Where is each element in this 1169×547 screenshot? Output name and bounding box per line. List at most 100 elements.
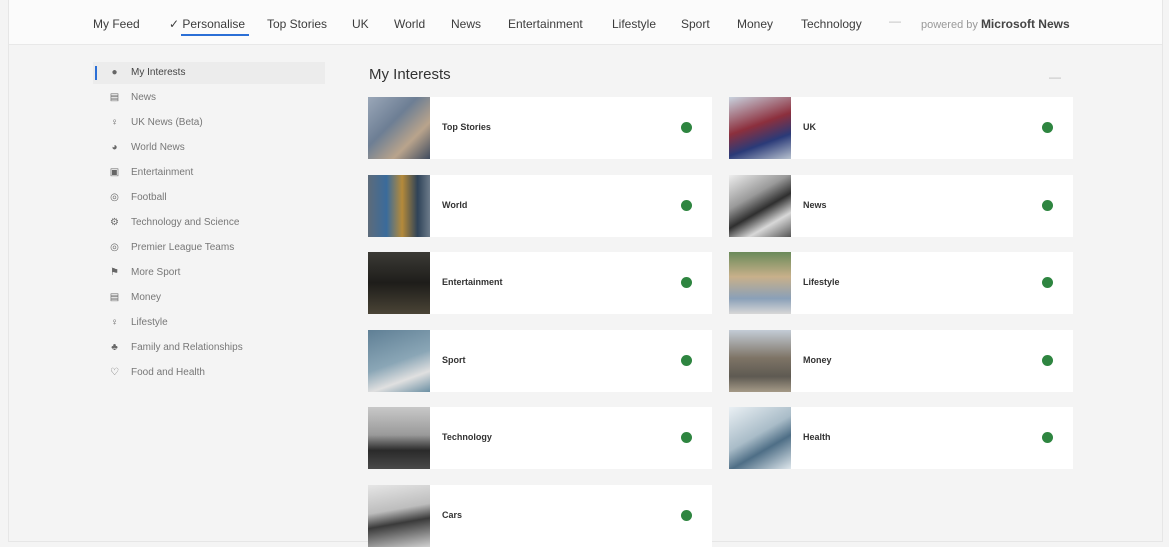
football-icon: ◎ <box>110 192 119 203</box>
nav-news[interactable]: News <box>451 17 481 31</box>
interest-label: UK <box>803 122 816 132</box>
sidebar-item-label: News <box>131 92 157 103</box>
interest-card[interactable]: World <box>368 175 712 237</box>
sidebar-item-label: Lifestyle <box>131 317 168 328</box>
money-icon: ▤ <box>109 292 120 303</box>
interest-thumbnail <box>729 97 791 159</box>
following-toggle[interactable] <box>1042 277 1053 288</box>
globe-icon: ◕ <box>111 142 118 153</box>
interest-card[interactable]: News <box>729 175 1073 237</box>
interest-card[interactable]: Top Stories <box>368 97 712 159</box>
sidebar-item[interactable]: ⚑ More Sport <box>93 262 337 284</box>
sidebar-item-label: Money <box>131 292 162 303</box>
sidebar-item[interactable]: ▤ Money <box>93 287 337 309</box>
following-toggle[interactable] <box>681 200 692 211</box>
interest-card[interactable]: Cars <box>368 485 712 547</box>
interest-card[interactable]: Entertainment <box>368 252 712 314</box>
interest-label: Money <box>803 355 832 365</box>
powered-by-prefix: powered by <box>921 19 978 31</box>
tv-icon: ▣ <box>109 167 120 178</box>
interest-thumbnail <box>729 252 791 314</box>
interest-label: News <box>803 200 827 210</box>
interest-thumbnail <box>729 330 791 392</box>
ball-icon: ◎ <box>110 242 119 253</box>
nav-lifestyle[interactable]: Lifestyle <box>612 17 656 31</box>
nav-my-feed[interactable]: My Feed <box>93 17 140 31</box>
nav-uk[interactable]: UK <box>352 17 369 31</box>
sidebar: ● My Interests ▤ News ♀ UK News (Beta) ◕ World … <box>93 62 337 396</box>
interest-thumbnail <box>729 407 791 469</box>
nav-sport[interactable]: Sport <box>681 17 710 31</box>
page-title: My Interests <box>369 66 451 83</box>
sidebar-item[interactable]: ♡ Food and Health <box>93 362 337 384</box>
sidebar-item-label: UK News (Beta) <box>131 117 203 128</box>
following-toggle[interactable] <box>681 355 692 366</box>
sidebar-item[interactable]: ◕ World News <box>93 137 337 159</box>
interest-card[interactable]: UK <box>729 97 1073 159</box>
page-frame: My Feed ✓ Personalise Top Stories UK Wor… <box>8 0 1163 547</box>
following-toggle[interactable] <box>1042 355 1053 366</box>
nav-money[interactable]: Money <box>737 17 773 31</box>
sidebar-item-label: Food and Health <box>131 367 205 378</box>
nav-technology[interactable]: Technology <box>801 17 862 31</box>
nav-more-button[interactable]: — <box>889 14 901 28</box>
person-icon: ♀ <box>110 117 119 128</box>
sidebar-item-label: Technology and Science <box>131 217 240 228</box>
following-toggle[interactable] <box>1042 200 1053 211</box>
following-toggle[interactable] <box>1042 122 1053 133</box>
sidebar-item[interactable]: ♣ Family and Relationships <box>93 337 337 359</box>
following-toggle[interactable] <box>681 432 692 443</box>
sidebar-item[interactable]: ◎ Football <box>93 187 337 209</box>
interest-label: Lifestyle <box>803 277 840 287</box>
food-icon: ♡ <box>110 367 119 378</box>
interest-card[interactable]: Money <box>729 330 1073 392</box>
following-toggle[interactable] <box>681 277 692 288</box>
sidebar-item[interactable]: ● My Interests <box>93 62 325 84</box>
interest-label: Sport <box>442 355 466 365</box>
interest-label: World <box>442 200 468 210</box>
sidebar-item-label: Family and Relationships <box>131 342 243 353</box>
family-icon: ♣ <box>111 342 118 353</box>
sidebar-item[interactable]: ♀ UK News (Beta) <box>93 112 337 134</box>
interest-label: Technology <box>442 432 492 442</box>
collapse-button[interactable]: — <box>1049 70 1061 84</box>
heart-icon: ● <box>111 67 118 78</box>
interest-thumbnail <box>368 485 430 547</box>
sidebar-item[interactable]: ▤ News <box>93 87 337 109</box>
following-toggle[interactable] <box>681 510 692 521</box>
following-toggle[interactable] <box>681 122 692 133</box>
sidebar-item-label: Football <box>131 192 167 203</box>
interest-card[interactable]: Health <box>729 407 1073 469</box>
sidebar-item-label: World News <box>131 142 185 153</box>
gear-icon: ⚙ <box>110 217 119 228</box>
nav-top-stories[interactable]: Top Stories <box>267 17 327 31</box>
interest-thumbnail <box>368 407 430 469</box>
sidebar-item[interactable]: ♀ Lifestyle <box>93 312 337 334</box>
powered-by-label: powered by Microsoft News <box>921 17 1070 31</box>
interest-thumbnail <box>368 252 430 314</box>
interest-thumbnail <box>368 330 430 392</box>
microsoft-news-brand: Microsoft News <box>980 17 1070 31</box>
top-navigation: My Feed ✓ Personalise Top Stories UK Wor… <box>9 0 1162 45</box>
newspaper-icon: ▤ <box>109 92 120 103</box>
sidebar-item-label: Premier League Teams <box>131 242 235 253</box>
sidebar-item[interactable]: ▣ Entertainment <box>93 162 337 184</box>
interest-card[interactable]: Lifestyle <box>729 252 1073 314</box>
interest-label: Cars <box>442 510 463 520</box>
interest-label: Entertainment <box>442 277 503 287</box>
interest-label: Health <box>803 432 831 442</box>
nav-entertainment[interactable]: Entertainment <box>508 17 583 31</box>
sidebar-item-label: More Sport <box>131 267 181 278</box>
sidebar-item[interactable]: ◎ Premier League Teams <box>93 237 337 259</box>
sidebar-item-label: Entertainment <box>131 167 194 178</box>
interest-card[interactable]: Technology <box>368 407 712 469</box>
following-toggle[interactable] <box>1042 432 1053 443</box>
nav-world[interactable]: World <box>394 17 425 31</box>
interest-thumbnail <box>729 175 791 237</box>
sidebar-item[interactable]: ⚙ Technology and Science <box>93 212 337 234</box>
active-indicator <box>95 66 97 80</box>
nav-personalise[interactable]: ✓ Personalise <box>169 17 245 31</box>
active-tab-indicator <box>181 34 249 36</box>
sidebar-item-label: My Interests <box>131 67 186 78</box>
interest-card[interactable]: Sport <box>368 330 712 392</box>
